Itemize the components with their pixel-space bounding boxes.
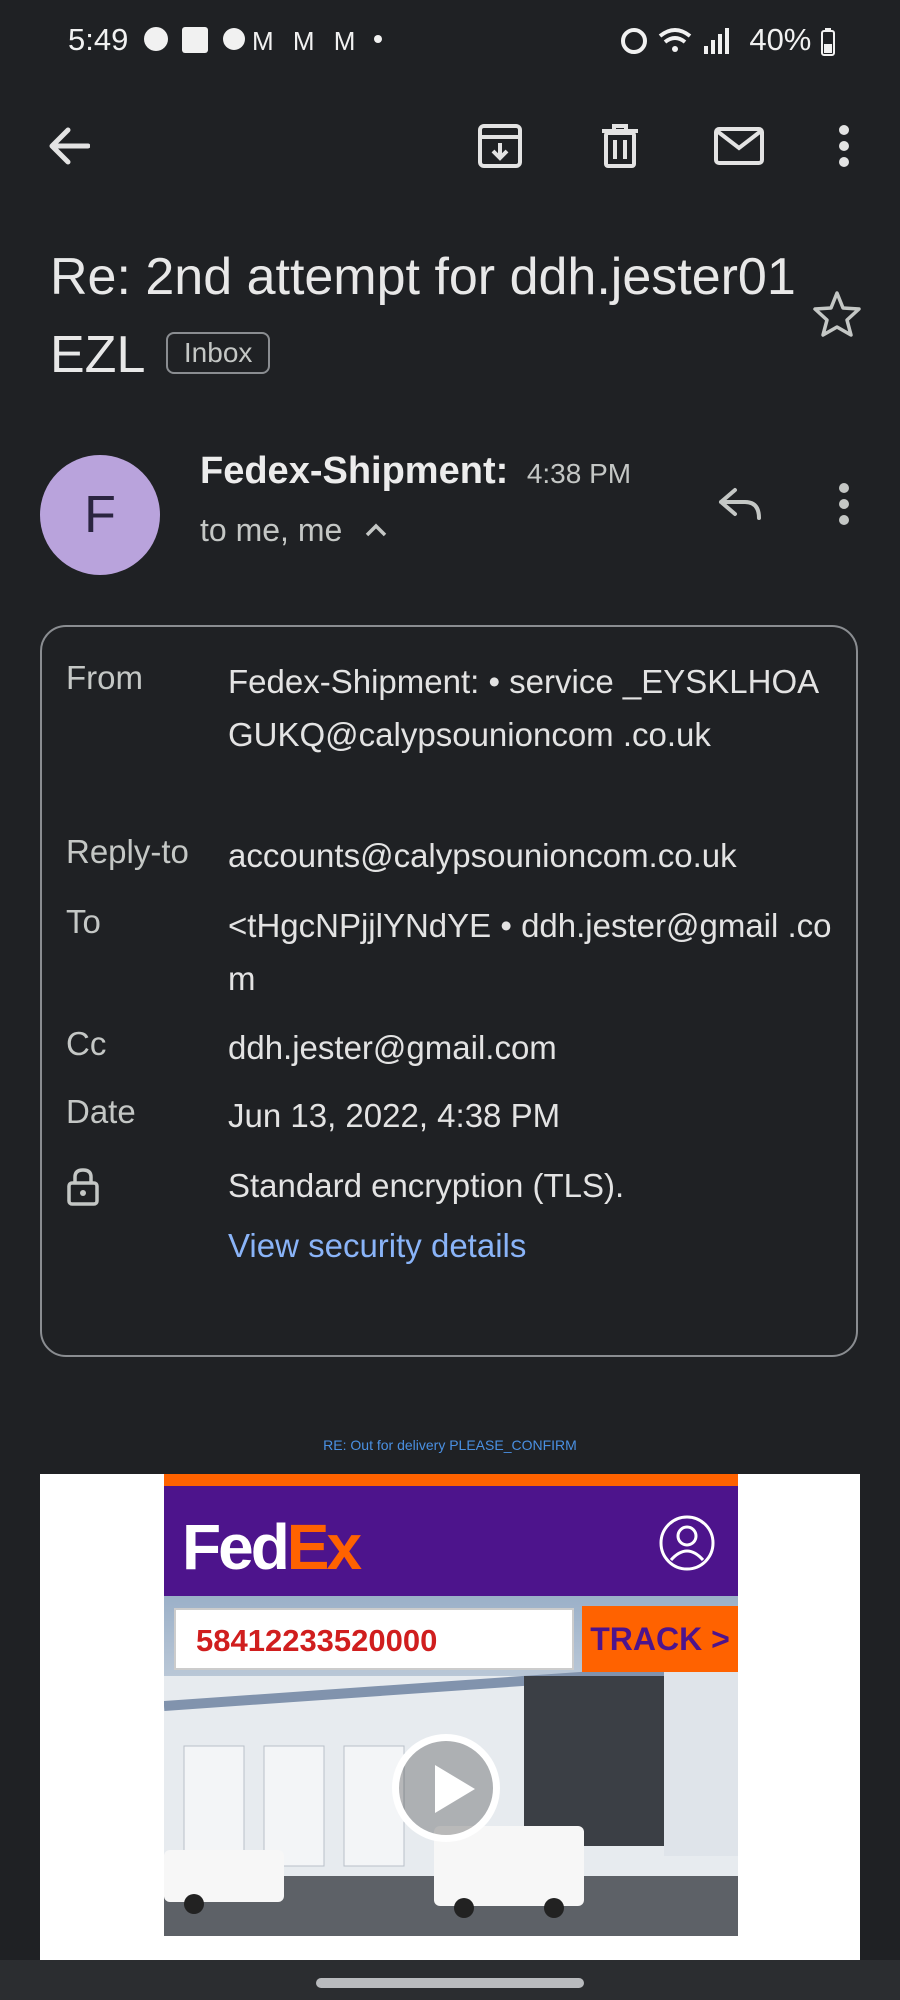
view-security-details-link[interactable]: View security details: [228, 1219, 838, 1272]
delete-button[interactable]: [584, 110, 656, 182]
archive-icon: [478, 124, 522, 168]
tracking-number-field[interactable]: 58412233520000: [174, 1608, 574, 1670]
reply-to-value[interactable]: accounts@calypsounioncom.co.uk: [228, 829, 838, 882]
battery-icon: [821, 27, 835, 56]
encryption-text: Standard encryption (TLS).: [228, 1167, 625, 1204]
reply-to-label: Reply-to: [66, 833, 189, 870]
reply-icon: [719, 488, 761, 520]
star-icon: [813, 291, 861, 337]
chevron-up-icon: [365, 523, 387, 537]
sender-avatar[interactable]: F: [40, 455, 160, 575]
subject-text: Re: 2nd attempt for ddh.jester01 EZL: [50, 248, 796, 384]
recipients-toggle[interactable]: to me, me: [200, 512, 387, 549]
recipients-text: to me, me: [200, 512, 343, 548]
to-label: To: [66, 903, 101, 940]
lock-icon-wrap: [66, 1167, 100, 1215]
from-label: From: [66, 659, 143, 696]
system-icons: [620, 22, 730, 63]
mark-unread-button[interactable]: [703, 110, 775, 182]
track-button[interactable]: TRACK >: [582, 1606, 738, 1672]
more-options-button[interactable]: [808, 110, 880, 182]
more-vert-icon: [839, 483, 849, 525]
email-body-content: FedEx 58412233520000 TRACK >: [40, 1474, 860, 1960]
fedex-header: FedEx: [164, 1486, 738, 1596]
email-subject: Re: 2nd attempt for ddh.jester01 EZL Inb…: [50, 238, 810, 394]
svg-text:M M M: M M M: [252, 26, 361, 56]
play-video-button[interactable]: [392, 1734, 500, 1842]
notification-app-icons: M M M: [144, 26, 382, 56]
status-time: 5:49: [68, 22, 129, 57]
from-value[interactable]: Fedex-Shipment: • service _EYSKLHOAGUKQ@…: [228, 655, 838, 761]
battery-percent: 40%: [749, 22, 812, 57]
cc-value[interactable]: ddh.jester@gmail.com: [228, 1021, 838, 1074]
trash-icon: [602, 124, 638, 168]
email-preheader[interactable]: RE: Out for delivery PLEASE_CONFIRM: [0, 1437, 900, 1453]
star-button[interactable]: [812, 290, 862, 343]
notification-icons: M M M: [140, 22, 390, 63]
arrow-left-icon: [49, 127, 90, 165]
fedex-logo-fed: Fed: [182, 1511, 290, 1583]
archive-button[interactable]: [464, 110, 536, 182]
message-details-panel: From Fedex-Shipment: • service _EYSKLHOA…: [40, 625, 858, 1357]
message-more-button[interactable]: [808, 468, 880, 540]
date-value: Jun 13, 2022, 4:38 PM: [228, 1097, 561, 1134]
cc-label: Cc: [66, 1025, 107, 1062]
fedex-logo: FedEx: [182, 1510, 362, 1584]
mail-icon: [714, 127, 764, 165]
account-icon[interactable]: [658, 1514, 716, 1572]
more-vert-icon: [839, 125, 849, 167]
lock-icon: [67, 1168, 99, 1206]
inbox-label-chip[interactable]: Inbox: [165, 332, 271, 374]
fedex-logo-ex: Ex: [286, 1511, 362, 1583]
to-value[interactable]: <tHgcNPjjlYNdYE • ddh.jester@gmail .com: [228, 899, 838, 1005]
date-label: Date: [66, 1093, 136, 1130]
sender-name: Fedex-Shipment:: [200, 450, 509, 492]
alarm-wifi-signal-icons: [621, 28, 729, 54]
back-button[interactable]: [32, 110, 104, 182]
reply-button[interactable]: [704, 468, 776, 540]
battery-indicator: 40%: [749, 22, 836, 58]
email-time: 4:38 PM: [526, 458, 632, 489]
home-gesture-pill[interactable]: [316, 1978, 584, 1988]
sender-line: Fedex-Shipment: 4:38 PM: [200, 450, 631, 493]
fedex-orange-bar: [164, 1474, 738, 1486]
fedex-promo-image[interactable]: 58412233520000 TRACK >: [164, 1596, 738, 1936]
